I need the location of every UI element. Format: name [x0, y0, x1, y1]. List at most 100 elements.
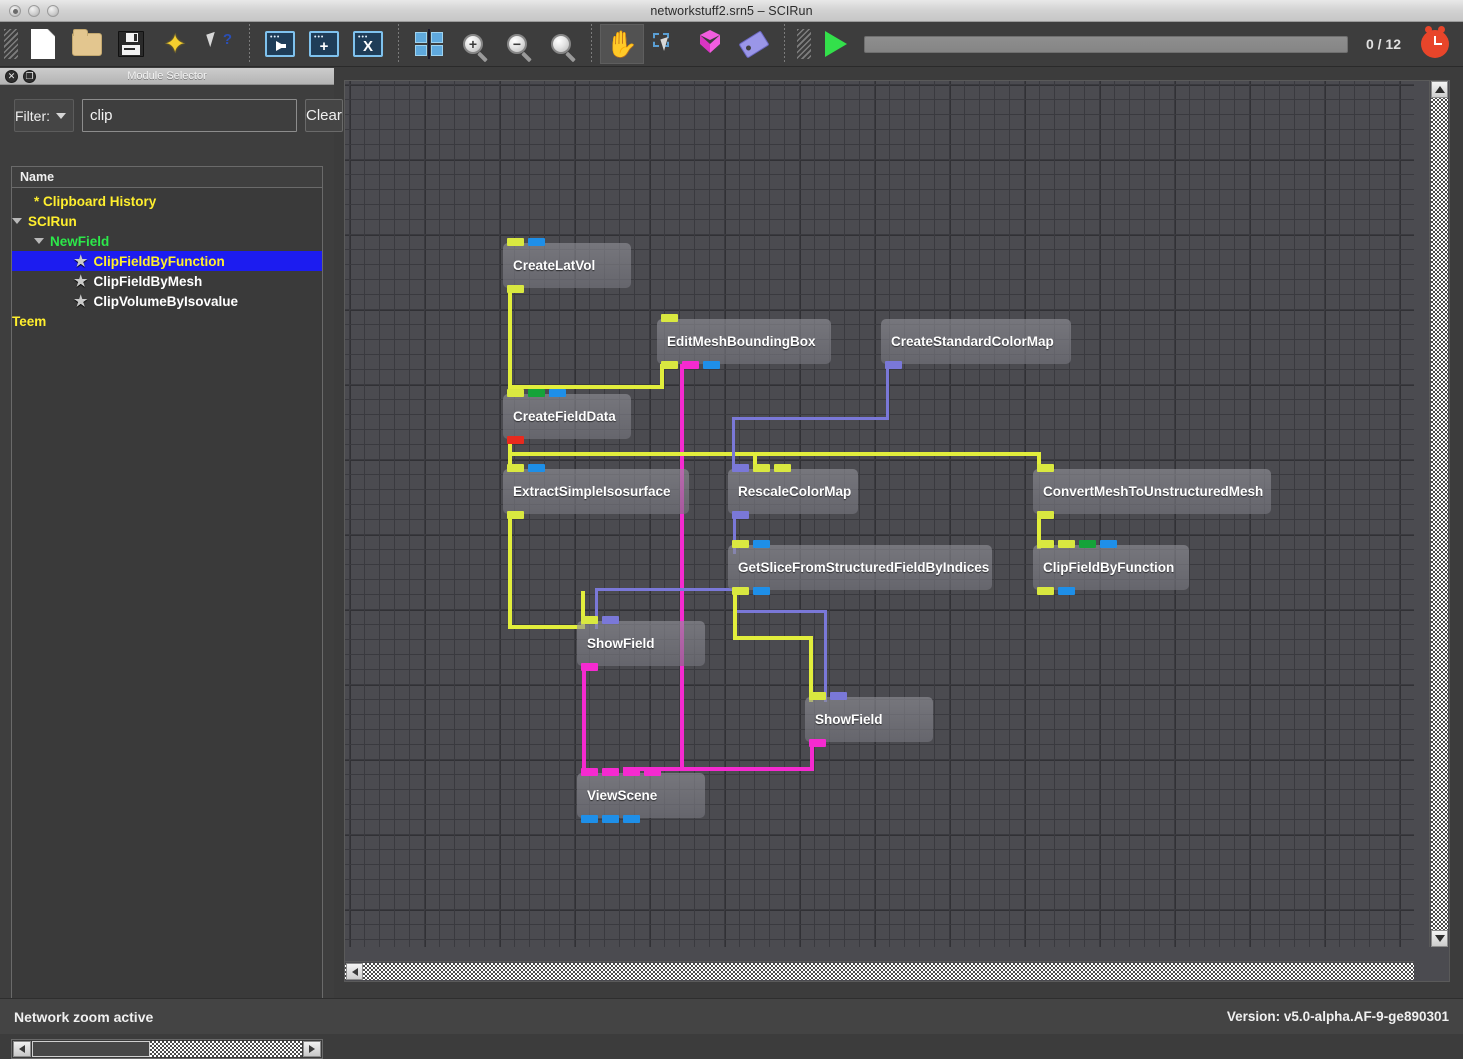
- network-module[interactable]: ShowField: [577, 621, 705, 666]
- module-input-port[interactable]: [661, 314, 678, 322]
- module-tree-item[interactable]: ★ClipVolumeByIsovalue: [12, 291, 322, 311]
- network-module[interactable]: CreateStandardColorMap: [881, 319, 1071, 364]
- module-cube-button[interactable]: [688, 24, 732, 64]
- network-module[interactable]: ViewScene: [577, 773, 705, 818]
- filter-search-input[interactable]: [82, 99, 297, 132]
- module-input-port[interactable]: [753, 540, 770, 548]
- module-selector-horizontal-scrollbar[interactable]: [11, 1039, 323, 1059]
- module-input-port[interactable]: [774, 464, 791, 472]
- float-panel-icon[interactable]: ❐: [23, 70, 36, 83]
- module-output-port[interactable]: [682, 361, 699, 369]
- module-input-port[interactable]: [549, 389, 566, 397]
- module-output-port[interactable]: [581, 815, 598, 823]
- scrollbar-track[interactable]: [1431, 81, 1448, 947]
- open-file-button[interactable]: [65, 24, 109, 64]
- module-input-port[interactable]: [507, 464, 524, 472]
- run-all-button[interactable]: •••: [258, 24, 302, 64]
- chevron-down-icon[interactable]: [34, 238, 44, 244]
- module-output-port[interactable]: [1058, 587, 1075, 595]
- network-module[interactable]: EditMeshBoundingBox: [657, 319, 831, 364]
- add-module-button[interactable]: •••+: [302, 24, 346, 64]
- zoom-in-button[interactable]: +: [451, 24, 495, 64]
- zoom-reset-button[interactable]: [539, 24, 583, 64]
- module-output-port[interactable]: [581, 663, 598, 671]
- module-input-port[interactable]: [732, 540, 749, 548]
- network-horizontal-scrollbar[interactable]: [345, 961, 1414, 981]
- network-canvas[interactable]: CreateLatVol EditMeshBoundingBox CreateSta…: [345, 81, 1414, 947]
- module-output-port[interactable]: [703, 361, 720, 369]
- module-output-port[interactable]: [623, 815, 640, 823]
- save-file-button[interactable]: [109, 24, 153, 64]
- module-input-port[interactable]: [581, 768, 598, 776]
- execute-button[interactable]: [814, 24, 858, 64]
- module-input-port[interactable]: [644, 768, 661, 776]
- module-output-port[interactable]: [1037, 587, 1054, 595]
- network-module[interactable]: ShowField: [805, 697, 933, 742]
- module-input-port[interactable]: [528, 389, 545, 397]
- network-vertical-scrollbar[interactable]: [1429, 81, 1449, 947]
- module-output-port[interactable]: [732, 587, 749, 595]
- network-module[interactable]: CreateLatVol: [503, 243, 631, 288]
- toolbar-drag-handle[interactable]: [4, 29, 18, 59]
- module-tree-item[interactable]: * Clipboard History: [12, 191, 322, 211]
- module-output-port[interactable]: [507, 436, 524, 444]
- wizard-button[interactable]: ✦: [153, 24, 197, 64]
- network-module[interactable]: ClipFieldByFunction: [1033, 545, 1189, 590]
- filter-mode-dropdown[interactable]: Filter:: [14, 99, 74, 132]
- zoom-window-button[interactable]: [47, 5, 59, 17]
- scroll-right-arrow-icon[interactable]: [303, 1041, 321, 1057]
- chevron-down-icon[interactable]: [12, 218, 22, 224]
- module-tree-item[interactable]: ★ClipFieldByMesh: [12, 271, 322, 291]
- scroll-down-arrow-icon[interactable]: [1431, 930, 1448, 947]
- network-module[interactable]: CreateFieldData: [503, 394, 631, 439]
- scrollbar-thumb[interactable]: [32, 1041, 150, 1057]
- module-output-port[interactable]: [885, 361, 902, 369]
- module-tree-item[interactable]: ★ClipFieldByFunction: [12, 251, 322, 271]
- scroll-up-arrow-icon[interactable]: [1431, 81, 1448, 98]
- delete-module-button[interactable]: •••X: [346, 24, 390, 64]
- module-output-port[interactable]: [732, 511, 749, 519]
- module-input-port[interactable]: [732, 464, 749, 472]
- tag-layer-button[interactable]: [732, 24, 776, 64]
- module-output-port[interactable]: [1037, 511, 1054, 519]
- module-input-port[interactable]: [753, 464, 770, 472]
- module-tree-item[interactable]: NewField: [12, 231, 322, 251]
- scrollbar-track[interactable]: [345, 963, 1414, 980]
- zoom-out-button[interactable]: −: [495, 24, 539, 64]
- module-output-port[interactable]: [507, 511, 524, 519]
- module-input-port[interactable]: [1058, 540, 1075, 548]
- module-input-port[interactable]: [809, 692, 826, 700]
- module-input-port[interactable]: [1037, 540, 1054, 548]
- scroll-left-arrow-icon[interactable]: [346, 963, 363, 980]
- module-input-port[interactable]: [581, 616, 598, 624]
- module-input-port[interactable]: [1037, 464, 1054, 472]
- minimize-window-button[interactable]: [28, 5, 40, 17]
- scroll-left-arrow-icon[interactable]: [13, 1041, 31, 1057]
- toolbar-drag-handle-2[interactable]: [797, 29, 811, 59]
- module-input-port[interactable]: [1079, 540, 1096, 548]
- module-input-port[interactable]: [623, 768, 640, 776]
- favorite-star-icon[interactable]: ★: [74, 272, 87, 290]
- module-output-port[interactable]: [661, 361, 678, 369]
- module-input-port[interactable]: [528, 464, 545, 472]
- window-controls[interactable]: [9, 5, 59, 17]
- module-output-port[interactable]: [507, 285, 524, 293]
- network-module[interactable]: ConvertMeshToUnstructuredMesh: [1033, 469, 1271, 514]
- module-output-port[interactable]: [809, 739, 826, 747]
- module-input-port[interactable]: [602, 768, 619, 776]
- favorite-star-icon[interactable]: ★: [74, 252, 87, 270]
- close-icon[interactable]: ✕: [5, 70, 18, 83]
- new-file-button[interactable]: [21, 24, 65, 64]
- module-input-port[interactable]: [507, 238, 524, 246]
- module-input-port[interactable]: [602, 616, 619, 624]
- help-cursor-button[interactable]: ?: [197, 24, 241, 64]
- module-tree-item[interactable]: Teem: [12, 311, 322, 331]
- clear-filter-button[interactable]: Clear: [305, 99, 343, 132]
- module-input-port[interactable]: [830, 692, 847, 700]
- network-module[interactable]: RescaleColorMap: [728, 469, 858, 514]
- module-input-port[interactable]: [1100, 540, 1117, 548]
- module-output-port[interactable]: [602, 815, 619, 823]
- module-input-port[interactable]: [528, 238, 545, 246]
- align-modules-button[interactable]: [407, 24, 451, 64]
- scrollbar-track[interactable]: [150, 1041, 302, 1057]
